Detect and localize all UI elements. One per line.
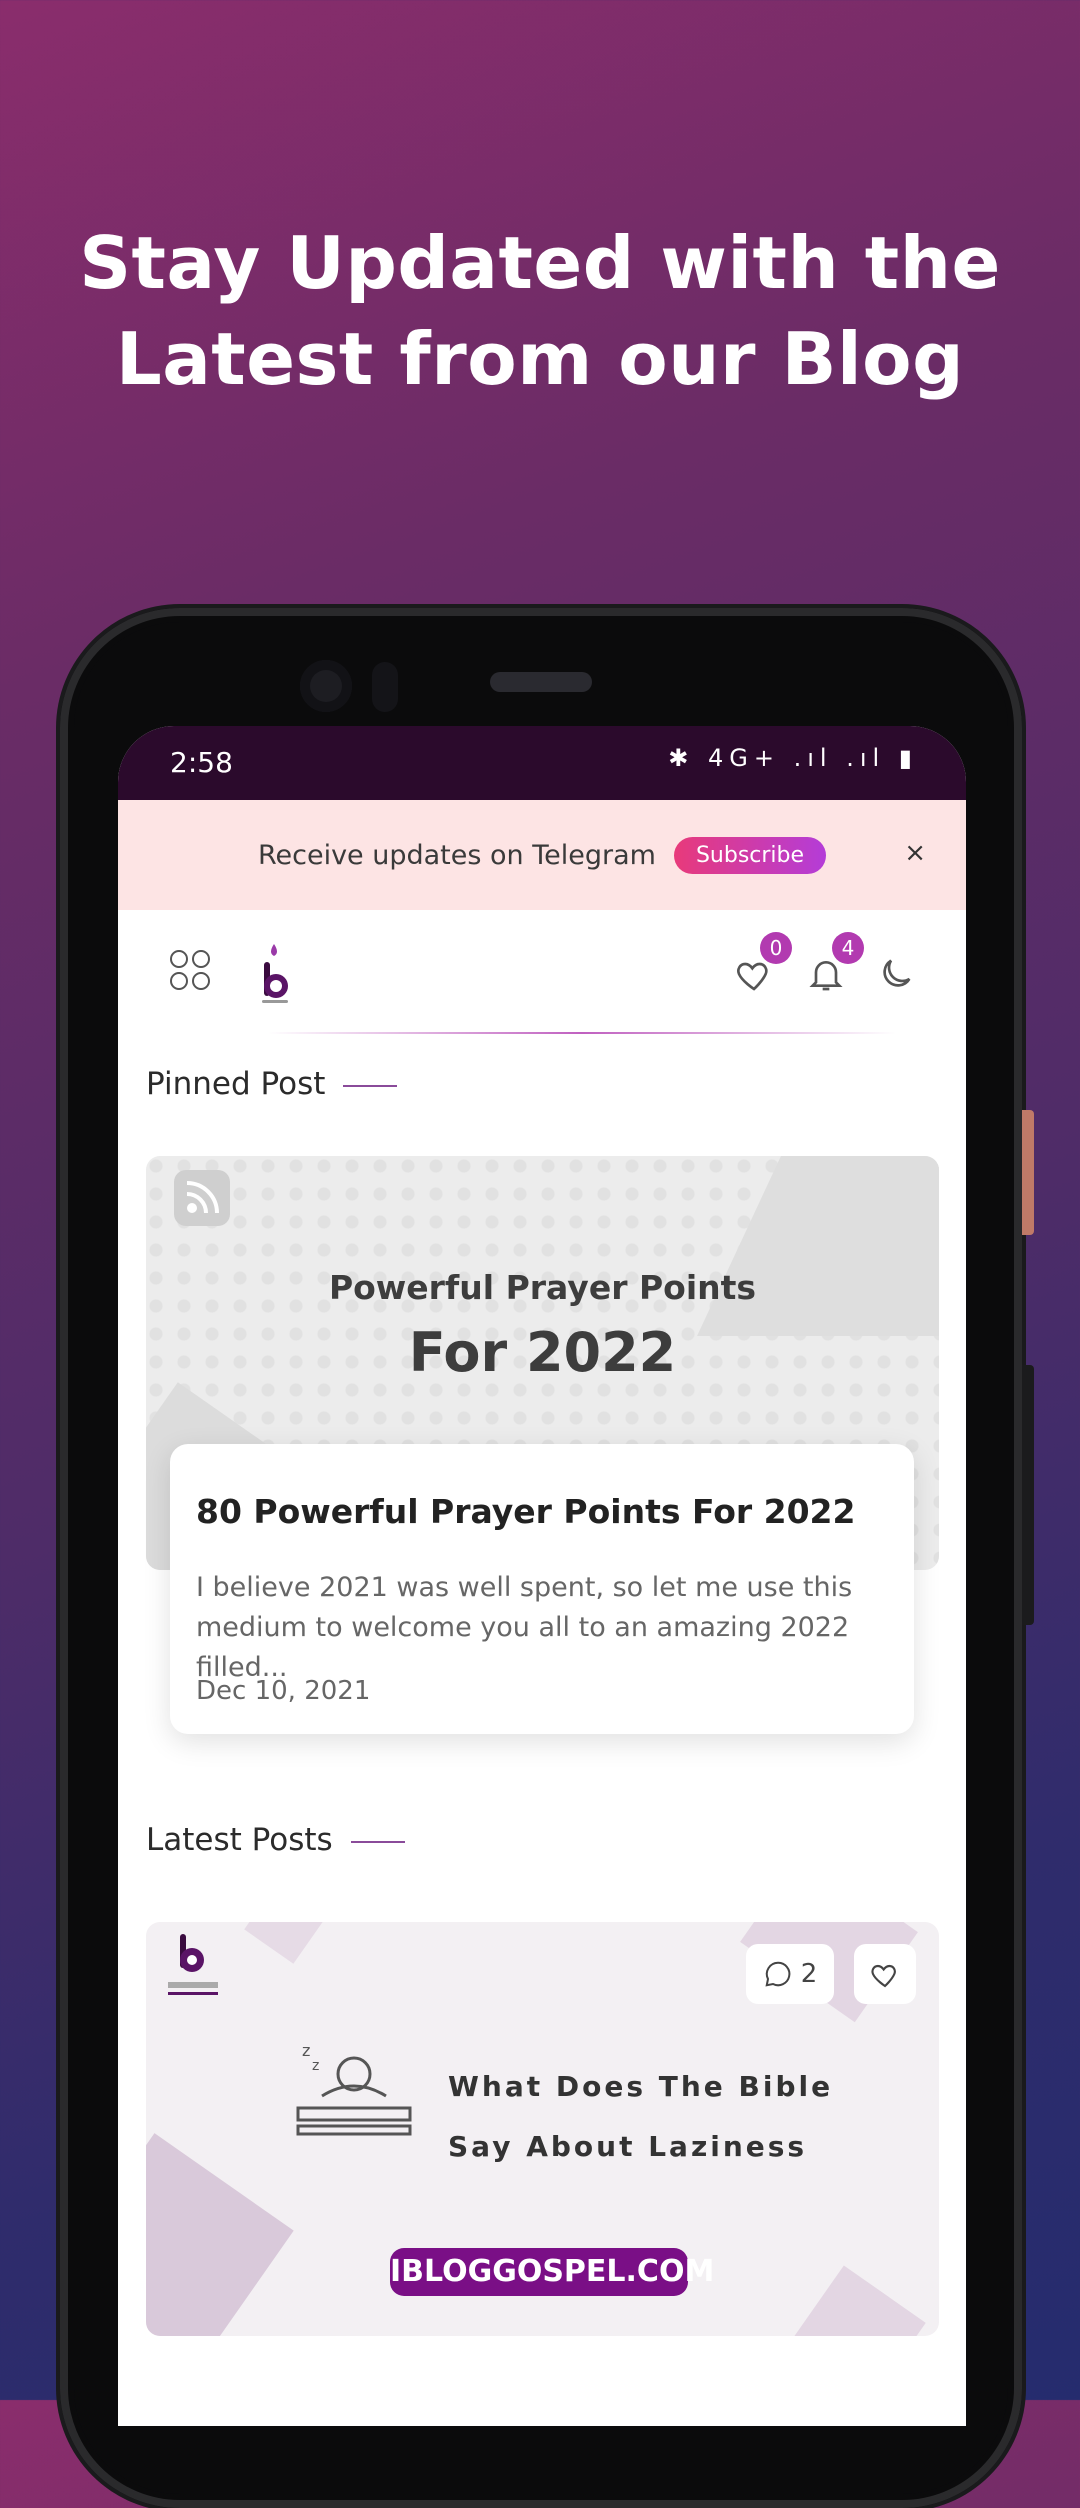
- pinned-image-line1: Powerful Prayer Points: [328, 1268, 757, 1307]
- subscribe-button[interactable]: Subscribe: [673, 836, 827, 874]
- app-bar-divider: [268, 1032, 896, 1034]
- latest-post-image[interactable]: z z What Does The Bible Say About Lazine…: [146, 1922, 939, 2336]
- rss-icon: [174, 1170, 230, 1226]
- pinned-post-card[interactable]: 80 Powerful Prayer Points For 2022 I bel…: [170, 1444, 914, 1734]
- svg-text:z: z: [312, 2058, 319, 2074]
- telegram-banner: Receive updates on Telegram Subscribe ×: [118, 800, 966, 910]
- latest-image-line2: Say About Laziness: [448, 2130, 808, 2163]
- earpiece-speaker: [490, 672, 592, 692]
- promo-headline-line1: Stay Updated with the: [79, 221, 1001, 305]
- heart-icon: [871, 1964, 896, 1988]
- blog-logo-icon: [168, 1934, 218, 1995]
- sleeping-person-icon: z z: [296, 2041, 412, 2136]
- close-banner-button[interactable]: ×: [904, 838, 926, 868]
- pinned-image-line2: For 2022: [408, 1321, 677, 1384]
- front-camera: [300, 660, 352, 712]
- status-bar: 2:58 ✱ 4G+ .ıl .ıl ▮: [118, 726, 966, 800]
- comment-icon: [765, 1961, 791, 1987]
- promo-headline: Stay Updated with the Latest from our Bl…: [0, 215, 1080, 407]
- latest-image-domain: IBLOGGOSPEL.COM: [390, 2248, 714, 2296]
- app-screen: 2:58 ✱ 4G+ .ıl .ıl ▮ Receive updates on …: [118, 726, 966, 2426]
- latest-section-header: Latest Posts: [146, 1822, 405, 1858]
- pinned-post-excerpt: I believe 2021 was well spent, so let me…: [196, 1572, 853, 1683]
- decor-shape: [146, 2133, 294, 2336]
- latest-image-line1: What Does The Bible: [448, 2070, 834, 2103]
- moon-icon: [883, 959, 911, 987]
- app-logo[interactable]: [254, 942, 294, 1006]
- status-icons: ✱ 4G+ .ıl .ıl ▮: [668, 744, 918, 772]
- dark-mode-toggle[interactable]: [876, 954, 916, 994]
- decor-shape: [792, 2265, 926, 2336]
- comment-count: 2: [800, 1959, 818, 1989]
- section-divider: [343, 1084, 398, 1087]
- notifications-badge: 4: [832, 932, 864, 964]
- latest-section-title: Latest Posts: [146, 1822, 333, 1858]
- volume-button: [1022, 1365, 1034, 1625]
- pinned-post-title[interactable]: 80 Powerful Prayer Points For 2022: [196, 1492, 855, 1531]
- favorites-badge: 0: [760, 932, 792, 964]
- pinned-section-title: Pinned Post: [146, 1066, 326, 1102]
- app-bar: 0 4: [118, 910, 966, 1034]
- notifications-button[interactable]: 4: [806, 932, 864, 994]
- decor-shape: [244, 1922, 328, 1964]
- pinned-section-header: Pinned Post: [146, 1066, 398, 1102]
- pinned-post-date: Dec 10, 2021: [196, 1676, 371, 1706]
- menu-icon[interactable]: [170, 950, 212, 992]
- like-button[interactable]: [854, 1944, 916, 2004]
- status-time: 2:58: [170, 746, 233, 779]
- favorites-button[interactable]: 0: [734, 932, 792, 994]
- power-button: [1022, 1110, 1034, 1235]
- telegram-banner-text: Receive updates on Telegram: [257, 839, 656, 871]
- svg-text:z: z: [302, 2041, 310, 2060]
- proximity-sensor: [372, 662, 398, 712]
- promo-headline-line2: Latest from our Blog: [115, 317, 965, 401]
- section-divider: [350, 1840, 405, 1843]
- comments-button[interactable]: 2: [746, 1944, 834, 2004]
